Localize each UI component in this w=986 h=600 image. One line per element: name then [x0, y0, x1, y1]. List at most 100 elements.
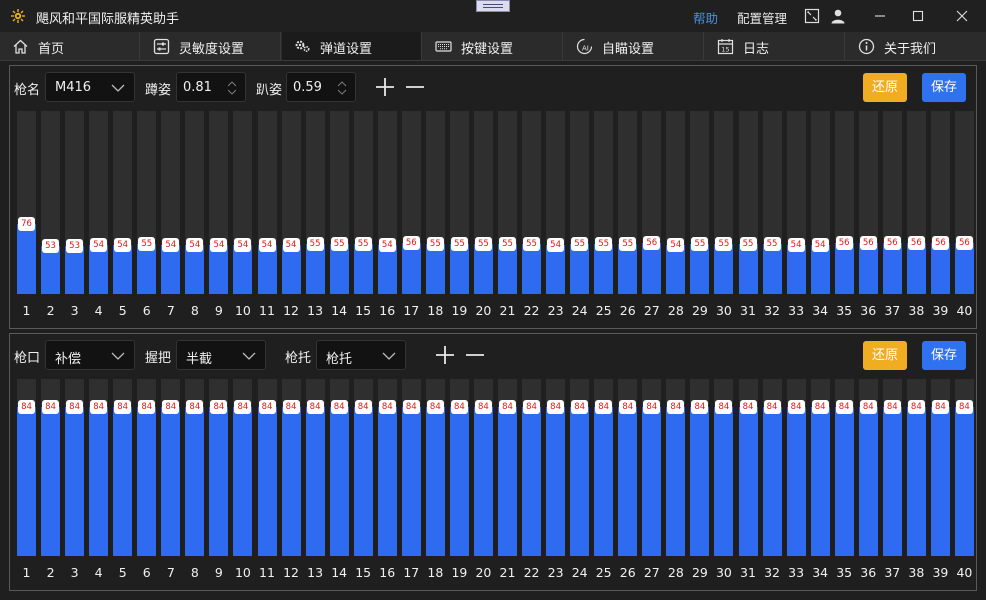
save-button[interactable]: 保存 — [922, 73, 966, 102]
bar-fill[interactable] — [257, 245, 277, 294]
slider-track[interactable] — [858, 111, 878, 294]
bar-fill[interactable] — [714, 407, 734, 556]
bar-fill[interactable] — [257, 407, 277, 556]
slider-track[interactable] — [762, 111, 782, 294]
slider-track[interactable] — [618, 111, 638, 294]
config-manage-menu[interactable]: 配置管理 — [737, 8, 787, 27]
bar-fill[interactable] — [17, 407, 36, 556]
bar-fill[interactable] — [65, 407, 85, 556]
bar-fill[interactable] — [906, 243, 926, 294]
bar-fill[interactable] — [666, 245, 686, 294]
slider-track[interactable] — [41, 111, 61, 294]
bar-fill[interactable] — [642, 407, 662, 556]
slider-track[interactable] — [786, 111, 806, 294]
bar-fill[interactable] — [113, 245, 133, 294]
bar-fill[interactable] — [89, 407, 109, 556]
slider-track[interactable] — [930, 111, 950, 294]
bar-fill[interactable] — [185, 407, 205, 556]
bar-fill[interactable] — [858, 243, 878, 294]
slider-track[interactable] — [810, 111, 830, 294]
minimize-icon[interactable] — [860, 0, 900, 32]
bar-fill[interactable] — [305, 244, 325, 294]
bar-fill[interactable] — [425, 407, 445, 556]
slider-track[interactable] — [305, 111, 325, 294]
minus-icon[interactable] — [465, 345, 485, 365]
slider-track[interactable] — [65, 111, 85, 294]
bar-fill[interactable] — [89, 245, 109, 294]
bar-fill[interactable] — [281, 245, 301, 294]
slider-track[interactable] — [954, 111, 974, 294]
bar-fill[interactable] — [353, 407, 373, 556]
bar-fill[interactable] — [137, 407, 157, 556]
maximize-icon[interactable] — [898, 0, 938, 32]
bar-fill[interactable] — [17, 224, 36, 294]
bar-fill[interactable] — [473, 407, 493, 556]
slider-track[interactable] — [834, 111, 854, 294]
bar-fill[interactable] — [522, 407, 542, 556]
spin-arrows-icon[interactable] — [227, 79, 237, 97]
slider-track[interactable] — [522, 111, 542, 294]
bar-fill[interactable] — [882, 407, 902, 556]
plus-icon[interactable] — [435, 345, 455, 365]
bar-fill[interactable] — [762, 244, 782, 294]
bar-fill[interactable] — [882, 243, 902, 294]
bar-fill[interactable] — [594, 407, 614, 556]
bar-fill[interactable] — [233, 407, 253, 556]
slider-track[interactable] — [498, 111, 517, 294]
bar-fill[interactable] — [401, 243, 421, 294]
close-icon[interactable] — [942, 0, 982, 32]
bar-fill[interactable] — [41, 246, 61, 294]
slider-track[interactable] — [714, 111, 734, 294]
bar-fill[interactable] — [473, 244, 493, 294]
bar-fill[interactable] — [185, 245, 205, 294]
bar-fill[interactable] — [161, 407, 181, 556]
spin-arrows-icon[interactable] — [337, 79, 347, 97]
bar-fill[interactable] — [666, 407, 686, 556]
bar-fill[interactable] — [377, 245, 397, 294]
tab-keys[interactable]: 按键设置 — [423, 32, 563, 60]
bar-fill[interactable] — [425, 244, 445, 294]
bar-fill[interactable] — [65, 246, 85, 294]
gun-select[interactable]: M416 — [45, 72, 135, 102]
bar-fill[interactable] — [642, 243, 662, 294]
tab-log[interactable]: 15 日志 — [705, 32, 845, 60]
prone-spinbox[interactable]: 0.59 — [286, 72, 356, 102]
bar-fill[interactable] — [738, 407, 758, 556]
slider-track[interactable] — [161, 111, 181, 294]
bar-fill[interactable] — [930, 407, 950, 556]
bar-fill[interactable] — [690, 244, 710, 294]
restore-button[interactable]: 还原 — [863, 73, 907, 102]
slider-track[interactable] — [546, 111, 566, 294]
bar-fill[interactable] — [930, 243, 950, 294]
bar-fill[interactable] — [377, 407, 397, 556]
restore-button[interactable]: 还原 — [863, 341, 907, 370]
bar-fill[interactable] — [137, 244, 157, 294]
slider-track[interactable] — [281, 111, 301, 294]
bar-fill[interactable] — [738, 244, 758, 294]
bar-fill[interactable] — [954, 407, 974, 556]
slider-track[interactable] — [329, 111, 349, 294]
slider-track[interactable] — [401, 111, 421, 294]
bar-fill[interactable] — [449, 407, 469, 556]
help-link[interactable]: 帮助 — [693, 8, 718, 27]
minus-icon[interactable] — [405, 77, 425, 97]
bar-fill[interactable] — [522, 244, 542, 294]
bar-fill[interactable] — [329, 244, 349, 294]
plus-icon[interactable] — [375, 77, 395, 97]
bar-fill[interactable] — [281, 407, 301, 556]
slider-track[interactable] — [257, 111, 277, 294]
bar-fill[interactable] — [618, 244, 638, 294]
save-button[interactable]: 保存 — [922, 341, 966, 370]
bar-fill[interactable] — [498, 244, 517, 294]
bar-fill[interactable] — [546, 407, 566, 556]
slider-track[interactable] — [906, 111, 926, 294]
slider-track[interactable] — [570, 111, 590, 294]
bar-fill[interactable] — [810, 245, 830, 294]
bar-fill[interactable] — [690, 407, 710, 556]
bar-fill[interactable] — [714, 244, 734, 294]
bar-fill[interactable] — [498, 407, 517, 556]
bar-fill[interactable] — [209, 407, 229, 556]
bar-fill[interactable] — [41, 407, 61, 556]
slider-track[interactable] — [449, 111, 469, 294]
slider-track[interactable] — [594, 111, 614, 294]
